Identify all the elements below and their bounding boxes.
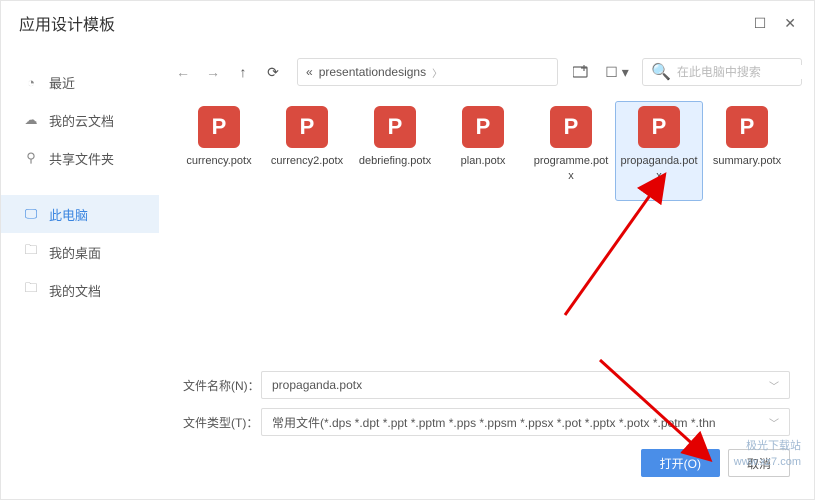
file-item[interactable]: Pplan.potx xyxy=(439,101,527,201)
powerpoint-icon: P xyxy=(726,106,768,148)
file-name-label: debriefing.potx xyxy=(356,154,434,169)
main-pane: ← → ↑ ⟳ « presentationdesigns 〉 ☐ ▾ 🔍 xyxy=(159,45,814,499)
cloud-icon: ☁ xyxy=(23,112,39,128)
filename-label: 文件名称(N)： xyxy=(183,377,261,394)
filetype-label: 文件类型(T)： xyxy=(183,414,261,431)
bottom-panel: 文件名称(N)： propaganda.potx ﹀ 文件类型(T)： 常用文件… xyxy=(171,365,802,445)
powerpoint-icon: P xyxy=(286,106,328,148)
sidebar-item-3[interactable]: 🖵 此电脑 xyxy=(1,195,159,233)
file-item[interactable]: Pprogramme.potx xyxy=(527,101,615,201)
view-mode-icon[interactable]: ☐ ▾ xyxy=(604,59,630,85)
nav-up-icon[interactable]: ↑ xyxy=(231,60,255,84)
cancel-button[interactable]: 取消 xyxy=(728,449,790,477)
sidebar-item-label: 最近 xyxy=(49,73,75,92)
filetype-row: 文件类型(T)： 常用文件(*.dps *.dpt *.ppt *.pptm *… xyxy=(183,408,790,436)
close-icon[interactable]: ✕ xyxy=(784,15,796,32)
search-input[interactable] xyxy=(677,65,814,79)
folder-icon: 🗀 xyxy=(23,282,39,298)
refresh-icon[interactable]: ⟳ xyxy=(261,60,285,84)
clock-icon: ◔ xyxy=(23,74,39,90)
monitor-icon: 🖵 xyxy=(23,206,39,222)
file-name-label: plan.potx xyxy=(458,154,509,169)
breadcrumb-folder[interactable]: presentationdesigns xyxy=(319,65,426,79)
breadcrumb-prefix: « xyxy=(306,65,313,79)
window-controls: ☐ ✕ xyxy=(754,15,796,32)
sidebar-item-0[interactable]: ◔ 最近 xyxy=(1,63,159,101)
chevron-down-icon[interactable]: ﹀ xyxy=(769,378,779,393)
filetype-value: 常用文件(*.dps *.dpt *.ppt *.pptm *.pps *.pp… xyxy=(272,414,716,431)
button-bar: 打开(O) 取消 xyxy=(171,445,802,489)
sidebar-item-label: 我的云文档 xyxy=(49,111,114,130)
file-item[interactable]: Psummary.potx xyxy=(703,101,791,201)
file-name-label: summary.potx xyxy=(710,154,784,169)
sidebar-item-1[interactable]: ☁ 我的云文档 xyxy=(1,101,159,139)
file-item[interactable]: Pcurrency2.potx xyxy=(263,101,351,201)
filename-value: propaganda.potx xyxy=(272,378,362,392)
dialog-body: ◔ 最近 ☁ 我的云文档 ⚲ 共享文件夹 🖵 此电脑 🗀 我的桌面 🗀 我的文档 ← → ↑ ⟳ « … xyxy=(1,45,814,499)
filename-row: 文件名称(N)： propaganda.potx ﹀ xyxy=(183,371,790,399)
search-icon: 🔍 xyxy=(651,62,671,82)
file-grid: Pcurrency.potxPcurrency2.potxPdebriefing… xyxy=(171,87,802,365)
sidebar-item-label: 我的桌面 xyxy=(49,243,101,262)
file-name-label: propaganda.potx xyxy=(616,154,702,184)
share-icon: ⚲ xyxy=(23,150,39,166)
file-dialog: 应用设计模板 ☐ ✕ ◔ 最近 ☁ 我的云文档 ⚲ 共享文件夹 🖵 此电脑 🗀 我的桌面 🗀 我的文档… xyxy=(0,0,815,500)
powerpoint-icon: P xyxy=(550,106,592,148)
chevron-right-icon: 〉 xyxy=(432,65,442,80)
filetype-field[interactable]: 常用文件(*.dps *.dpt *.ppt *.pptm *.pps *.pp… xyxy=(261,408,790,436)
powerpoint-icon: P xyxy=(198,106,240,148)
toolbar: ← → ↑ ⟳ « presentationdesigns 〉 ☐ ▾ 🔍 xyxy=(171,57,802,87)
dialog-title: 应用设计模板 xyxy=(19,11,115,35)
sidebar-item-2[interactable]: ⚲ 共享文件夹 xyxy=(1,139,159,177)
new-folder-icon[interactable] xyxy=(568,59,594,85)
sidebar-item-4[interactable]: 🗀 我的桌面 xyxy=(1,233,159,271)
nav-forward-icon[interactable]: → xyxy=(201,60,225,84)
sidebar-item-label: 我的文档 xyxy=(49,281,101,300)
file-item[interactable]: Pdebriefing.potx xyxy=(351,101,439,201)
sidebar-item-label: 共享文件夹 xyxy=(49,149,114,168)
powerpoint-icon: P xyxy=(462,106,504,148)
open-button[interactable]: 打开(O) xyxy=(641,449,720,477)
nav-back-icon[interactable]: ← xyxy=(171,60,195,84)
sidebar-item-5[interactable]: 🗀 我的文档 xyxy=(1,271,159,309)
breadcrumb[interactable]: « presentationdesigns 〉 xyxy=(297,58,558,86)
folder-icon: 🗀 xyxy=(23,244,39,260)
sidebar-item-label: 此电脑 xyxy=(49,205,88,224)
file-item[interactable]: Ppropaganda.potx xyxy=(615,101,703,201)
filename-field[interactable]: propaganda.potx ﹀ xyxy=(261,371,790,399)
titlebar: 应用设计模板 ☐ ✕ xyxy=(1,1,814,45)
powerpoint-icon: P xyxy=(374,106,416,148)
file-item[interactable]: Pcurrency.potx xyxy=(175,101,263,201)
file-name-label: currency.potx xyxy=(183,154,254,169)
file-name-label: programme.potx xyxy=(528,154,614,184)
sidebar: ◔ 最近 ☁ 我的云文档 ⚲ 共享文件夹 🖵 此电脑 🗀 我的桌面 🗀 我的文档 xyxy=(1,45,159,499)
powerpoint-icon: P xyxy=(638,106,680,148)
maximize-icon[interactable]: ☐ xyxy=(754,15,767,32)
file-name-label: currency2.potx xyxy=(268,154,346,169)
search-box[interactable]: 🔍 xyxy=(642,58,802,86)
chevron-down-icon[interactable]: ﹀ xyxy=(769,415,779,430)
